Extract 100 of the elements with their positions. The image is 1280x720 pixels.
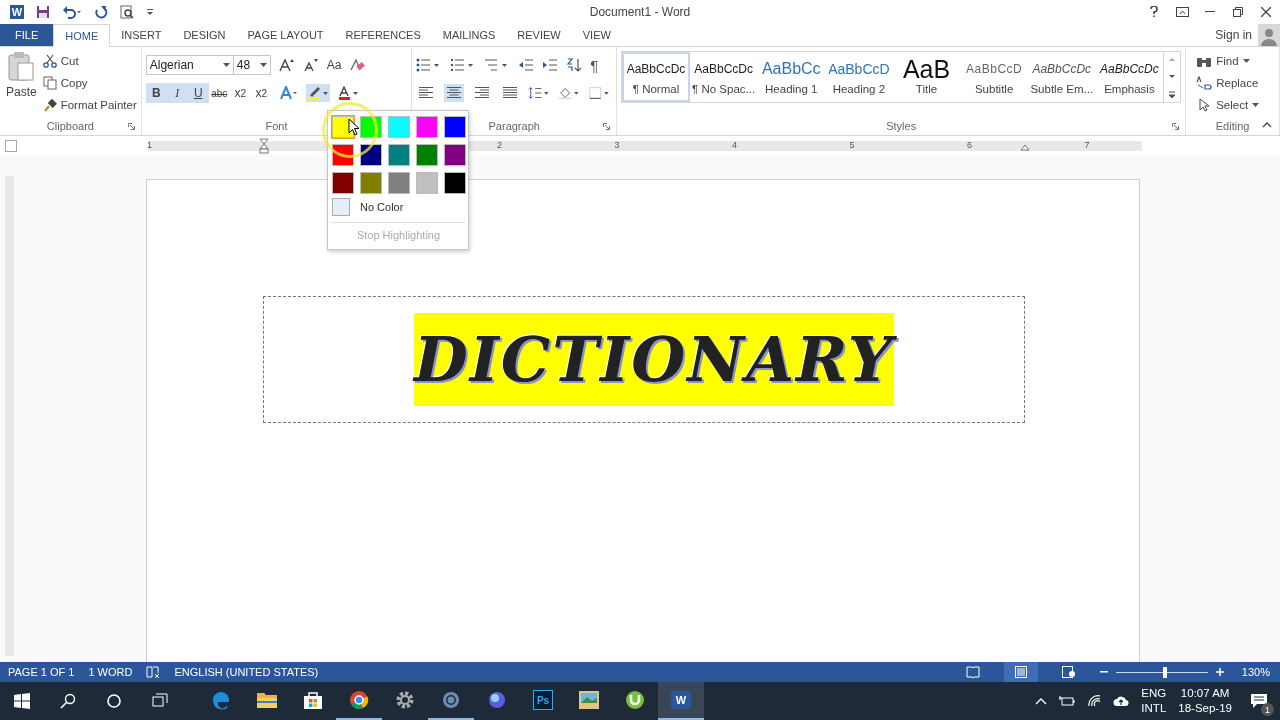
sign-in-link[interactable]: Sign in — [1215, 24, 1258, 46]
ribbon-tab[interactable]: VIEW — [571, 24, 622, 46]
dialog-launcher-icon[interactable] — [127, 123, 135, 130]
cut-button[interactable]: Cut — [42, 51, 137, 71]
text-box[interactable]: DICTIONARY — [263, 296, 1025, 423]
color-swatch[interactable] — [416, 144, 438, 166]
font-size-field[interactable]: 48 — [232, 55, 271, 75]
color-swatch[interactable] — [444, 172, 466, 194]
line-spacing-icon[interactable] — [528, 86, 550, 100]
color-swatch[interactable] — [444, 116, 466, 138]
ribbon-tab[interactable]: PAGE LAYOUT — [236, 24, 335, 46]
chevron-up-icon[interactable] — [1035, 697, 1048, 705]
search-icon[interactable] — [60, 693, 76, 709]
cloud-upload-icon[interactable] — [1113, 695, 1130, 707]
no-color-item[interactable]: No Color — [331, 194, 465, 220]
show-marks-button[interactable]: ¶ — [590, 56, 599, 74]
word-count[interactable]: 1 WORD — [88, 666, 133, 678]
color-swatch[interactable] — [416, 116, 438, 138]
style-item[interactable]: AaBbCcDc Subtle Em... — [1027, 52, 1096, 102]
undo-icon[interactable] — [62, 5, 82, 19]
style-item[interactable]: AaBbCcD Heading 2 — [825, 52, 893, 102]
font-color-icon[interactable] — [337, 86, 360, 100]
replace-button[interactable]: Replace — [1196, 73, 1275, 93]
help-icon — [1150, 6, 1158, 18]
collapse-ribbon-icon[interactable] — [1262, 122, 1272, 128]
color-swatch[interactable] — [360, 116, 382, 138]
ribbon-options-icon — [1175, 7, 1189, 17]
input-language[interactable]: ENG — [1141, 686, 1167, 701]
group-label: Editing — [1215, 120, 1250, 132]
taskbar-app[interactable]: Ps — [520, 682, 566, 720]
color-swatch[interactable] — [444, 144, 466, 166]
plus-icon — [1215, 668, 1224, 676]
sort-icon[interactable] — [566, 58, 583, 72]
highlight-button[interactable] — [305, 84, 330, 102]
language-indicator[interactable]: ENGLISH (UNITED STATES) — [174, 666, 319, 678]
format-painter-button[interactable]: Format Painter — [42, 95, 137, 115]
redo-icon[interactable] — [94, 5, 108, 19]
ribbon-tab[interactable]: HOME — [53, 24, 111, 47]
decrease-indent-icon[interactable] — [518, 58, 535, 72]
alignment-icon — [447, 87, 462, 99]
clock-date[interactable]: 18-Sep-19 — [1178, 701, 1232, 716]
task-view-icon[interactable] — [152, 693, 168, 709]
find-button[interactable]: Find — [1196, 51, 1275, 71]
keyboard-layout[interactable]: INTL — [1141, 701, 1167, 716]
color-swatch[interactable] — [388, 172, 410, 194]
style-item[interactable]: AaBbCc Heading 1 — [757, 52, 826, 102]
empty-swatch-icon — [332, 198, 350, 216]
copy-button[interactable]: Copy — [42, 73, 137, 93]
ribbon-tab[interactable]: REFERENCES — [334, 24, 432, 46]
taskbar-app[interactable]: W — [658, 682, 704, 720]
shrink-font-icon[interactable] — [302, 58, 319, 72]
proofing-icon[interactable] — [146, 666, 161, 678]
increase-indent-icon[interactable] — [542, 58, 559, 72]
style-item[interactable]: AaBbCcDc Emphasis — [1095, 52, 1164, 102]
page-count[interactable]: PAGE 1 OF 1 — [8, 666, 75, 678]
color-swatch[interactable] — [360, 172, 382, 194]
shading-icon[interactable] — [557, 86, 581, 100]
cortana-icon[interactable] — [106, 693, 122, 709]
style-item[interactable]: AaB Title — [892, 52, 961, 102]
dialog-launcher-icon[interactable] — [603, 123, 611, 130]
notifications-icon[interactable] — [1250, 693, 1268, 709]
clock-time[interactable]: 10:07 AM — [1180, 686, 1230, 701]
color-swatch[interactable] — [360, 144, 382, 166]
ribbon-tab[interactable]: REVIEW — [506, 24, 572, 46]
ribbon-tab[interactable]: DESIGN — [172, 24, 237, 46]
battery-icon[interactable] — [1059, 695, 1076, 707]
color-swatch[interactable] — [388, 116, 410, 138]
zoom-level[interactable]: 130% — [1241, 666, 1270, 678]
zoom-in-button[interactable] — [1215, 668, 1224, 676]
color-swatch[interactable] — [388, 144, 410, 166]
color-swatch[interactable] — [332, 172, 354, 194]
print-preview-icon[interactable] — [120, 5, 134, 19]
clear-formatting-icon[interactable] — [349, 58, 366, 72]
right-indent-marker-icon[interactable] — [1020, 143, 1030, 151]
save-icon[interactable] — [36, 5, 50, 19]
alignment-icon — [419, 87, 434, 99]
text-effects-icon[interactable] — [279, 86, 298, 100]
file-tab[interactable]: FILE — [0, 24, 54, 46]
ribbon-tab[interactable]: MAILINGS — [431, 24, 507, 46]
style-item[interactable]: AaBbCcDc ¶ Normal — [622, 52, 690, 102]
strike-button[interactable]: abc — [208, 83, 230, 103]
print-layout-button[interactable] — [1003, 662, 1038, 682]
select-button[interactable]: Select — [1196, 95, 1275, 115]
style-item[interactable]: AaBbCcDc ¶ No Spac... — [689, 52, 758, 102]
change-case-button[interactable]: Aa — [326, 58, 342, 72]
grow-font-icon[interactable] — [278, 58, 295, 72]
paste-button[interactable]: Paste — [4, 51, 39, 117]
color-swatch[interactable] — [416, 172, 438, 194]
customize-icon[interactable] — [146, 7, 154, 17]
windows-start-icon[interactable] — [14, 693, 30, 709]
wifi-icon[interactable] — [1087, 695, 1102, 707]
ribbon-tab[interactable]: INSERT — [110, 24, 173, 46]
font-name-field[interactable]: Algerian — [145, 55, 234, 75]
orb-icon — [487, 690, 507, 710]
color-swatch[interactable] — [332, 144, 354, 166]
dialog-launcher-icon[interactable] — [1172, 123, 1180, 130]
style-item[interactable]: AaBbCcD Subtitle — [960, 52, 1028, 102]
center-button[interactable] — [444, 84, 465, 102]
scissors-icon — [42, 54, 57, 68]
indent-marker-icon[interactable] — [259, 138, 269, 154]
